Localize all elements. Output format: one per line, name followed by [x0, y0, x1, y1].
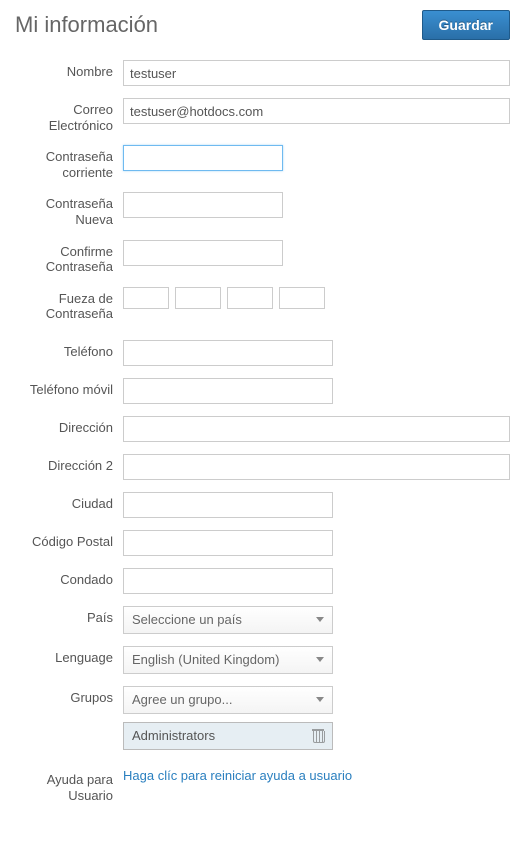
current-password-input[interactable]	[123, 145, 283, 171]
trash-icon[interactable]	[312, 729, 324, 743]
save-button[interactable]: Guardar	[422, 10, 510, 40]
address2-input[interactable]	[123, 454, 510, 480]
confirm-password-input[interactable]	[123, 240, 283, 266]
label-email: Correo Electrónico	[15, 98, 123, 133]
phone-input[interactable]	[123, 340, 333, 366]
label-mobile: Teléfono móvil	[15, 378, 123, 398]
label-phone: Teléfono	[15, 340, 123, 360]
chevron-down-icon	[316, 617, 324, 622]
strength-segment	[227, 287, 273, 309]
label-county: Condado	[15, 568, 123, 588]
strength-segment	[123, 287, 169, 309]
language-selected-value: English (United Kingdom)	[132, 652, 279, 667]
label-password-strength: Fueza de Contraseña	[15, 287, 123, 322]
chevron-down-icon	[316, 657, 324, 662]
group-tag-label: Administrators	[132, 728, 215, 743]
email-input[interactable]	[123, 98, 510, 124]
label-new-password: Contraseña Nueva	[15, 192, 123, 227]
name-input[interactable]	[123, 60, 510, 86]
label-help: Ayuda para Usuario	[15, 768, 123, 803]
postal-input[interactable]	[123, 530, 333, 556]
strength-segment	[175, 287, 221, 309]
address-input[interactable]	[123, 416, 510, 442]
language-select[interactable]: English (United Kingdom)	[123, 646, 333, 674]
label-language: Lenguage	[15, 646, 123, 666]
chevron-down-icon	[316, 697, 324, 702]
label-current-password: Contraseña corriente	[15, 145, 123, 180]
label-country: País	[15, 606, 123, 626]
password-strength-meter	[123, 287, 510, 309]
page-title: Mi información	[15, 12, 158, 38]
label-confirm-password: Confirme Contraseña	[15, 240, 123, 275]
label-city: Ciudad	[15, 492, 123, 512]
country-select[interactable]: Seleccione un país	[123, 606, 333, 634]
label-groups: Grupos	[15, 686, 123, 706]
label-address2: Dirección 2	[15, 454, 123, 474]
group-tag: Administrators	[123, 722, 333, 750]
label-postal: Código Postal	[15, 530, 123, 550]
label-address: Dirección	[15, 416, 123, 436]
strength-segment	[279, 287, 325, 309]
county-input[interactable]	[123, 568, 333, 594]
city-input[interactable]	[123, 492, 333, 518]
country-selected-value: Seleccione un país	[132, 612, 242, 627]
groups-select[interactable]: Agree un grupo...	[123, 686, 333, 714]
mobile-input[interactable]	[123, 378, 333, 404]
label-name: Nombre	[15, 60, 123, 80]
reset-help-link[interactable]: Haga clíc para reiniciar ayuda a usuario	[123, 768, 352, 783]
new-password-input[interactable]	[123, 192, 283, 218]
groups-selected-value: Agree un grupo...	[132, 692, 232, 707]
